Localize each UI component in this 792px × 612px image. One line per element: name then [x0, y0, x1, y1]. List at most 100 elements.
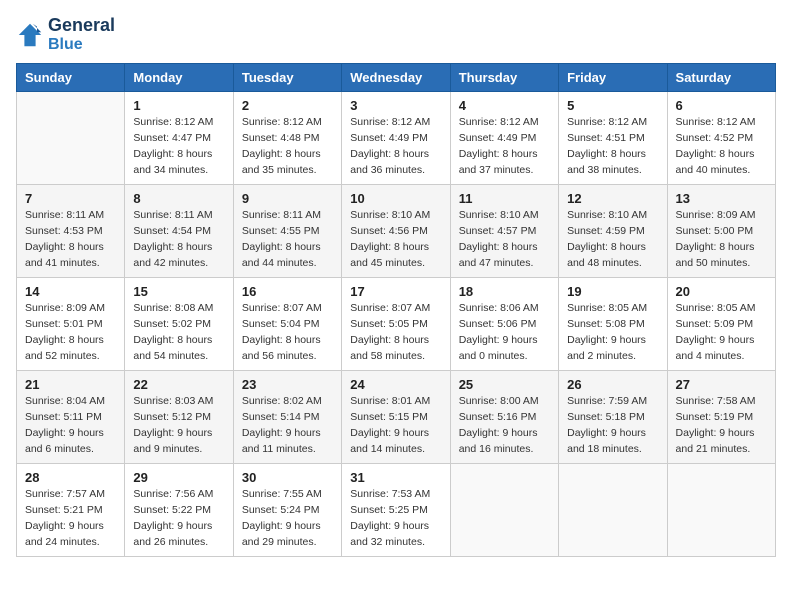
calendar-cell: 18 Sunrise: 8:06 AM Sunset: 5:06 PM Dayli… [450, 278, 558, 371]
day-number: 19 [567, 284, 658, 299]
week-row-4: 21 Sunrise: 8:04 AM Sunset: 5:11 PM Dayli… [17, 371, 776, 464]
day-number: 12 [567, 191, 658, 206]
day-info: Sunrise: 8:09 AM Sunset: 5:00 PM Dayligh… [676, 208, 767, 271]
day-number: 28 [25, 470, 116, 485]
day-info: Sunrise: 8:09 AM Sunset: 5:01 PM Dayligh… [25, 301, 116, 364]
calendar-cell: 17 Sunrise: 8:07 AM Sunset: 5:05 PM Dayli… [342, 278, 450, 371]
calendar-cell: 5Sunrise: 8:12 AM Sunset: 4:51 PM Daylig… [559, 92, 667, 185]
day-info: Sunrise: 7:58 AM Sunset: 5:19 PM Dayligh… [676, 394, 767, 457]
day-number: 3 [350, 98, 441, 113]
day-info: Sunrise: 8:12 AM Sunset: 4:48 PM Dayligh… [242, 115, 333, 178]
day-number: 25 [459, 377, 550, 392]
day-info: Sunrise: 7:56 AM Sunset: 5:22 PM Dayligh… [133, 487, 224, 550]
calendar-cell: 8Sunrise: 8:11 AM Sunset: 4:54 PM Daylig… [125, 185, 233, 278]
calendar-cell: 31 Sunrise: 7:53 AM Sunset: 5:25 PM Dayli… [342, 464, 450, 557]
day-info: Sunrise: 7:59 AM Sunset: 5:18 PM Dayligh… [567, 394, 658, 457]
calendar-cell: 20 Sunrise: 8:05 AM Sunset: 5:09 PM Dayli… [667, 278, 775, 371]
day-info: Sunrise: 8:12 AM Sunset: 4:52 PM Dayligh… [676, 115, 767, 178]
calendar-cell: 4 Sunrise: 8:12 AM Sunset: 4:49 PM Daylig… [450, 92, 558, 185]
day-number: 13 [676, 191, 767, 206]
calendar-cell: 23 Sunrise: 8:02 AM Sunset: 5:14 PM Dayli… [233, 371, 341, 464]
calendar-cell: 3 Sunrise: 8:12 AM Sunset: 4:49 PM Daylig… [342, 92, 450, 185]
calendar-cell [559, 464, 667, 557]
day-number: 11 [459, 191, 550, 206]
calendar-cell: 27 Sunrise: 7:58 AM Sunset: 5:19 PM Dayli… [667, 371, 775, 464]
day-number: 27 [676, 377, 767, 392]
calendar-cell: 7 Sunrise: 8:11 AM Sunset: 4:53 PM Daylig… [17, 185, 125, 278]
calendar-cell: 28 Sunrise: 7:57 AM Sunset: 5:21 PM Dayli… [17, 464, 125, 557]
logo-text: GeneralBlue [48, 16, 115, 53]
day-info: Sunrise: 8:07 AM Sunset: 5:05 PM Dayligh… [350, 301, 441, 364]
day-info: Sunrise: 8:10 AM Sunset: 4:57 PM Dayligh… [459, 208, 550, 271]
day-number: 16 [242, 284, 333, 299]
calendar-cell: 10 Sunrise: 8:10 AM Sunset: 4:56 PM Dayli… [342, 185, 450, 278]
day-number: 30 [242, 470, 333, 485]
day-number: 7 [25, 191, 116, 206]
calendar-cell: 13 Sunrise: 8:09 AM Sunset: 5:00 PM Dayli… [667, 185, 775, 278]
day-number: 29 [133, 470, 224, 485]
day-info: Sunrise: 7:53 AM Sunset: 5:25 PM Dayligh… [350, 487, 441, 550]
calendar-cell: 11 Sunrise: 8:10 AM Sunset: 4:57 PM Dayli… [450, 185, 558, 278]
day-info: Sunrise: 8:04 AM Sunset: 5:11 PM Dayligh… [25, 394, 116, 457]
calendar-cell: 2 Sunrise: 8:12 AM Sunset: 4:48 PM Daylig… [233, 92, 341, 185]
day-number: 10 [350, 191, 441, 206]
day-number: 1 [133, 98, 224, 113]
day-info: Sunrise: 8:05 AM Sunset: 5:08 PM Dayligh… [567, 301, 658, 364]
day-number: 23 [242, 377, 333, 392]
calendar-cell [667, 464, 775, 557]
day-number: 21 [25, 377, 116, 392]
day-number: 4 [459, 98, 550, 113]
calendar-header-row: SundayMondayTuesdayWednesdayThursdayFrid… [17, 64, 776, 92]
day-number: 14 [25, 284, 116, 299]
calendar-table: SundayMondayTuesdayWednesdayThursdayFrid… [16, 63, 776, 557]
day-info: Sunrise: 8:00 AM Sunset: 5:16 PM Dayligh… [459, 394, 550, 457]
day-number: 31 [350, 470, 441, 485]
day-info: Sunrise: 8:08 AM Sunset: 5:02 PM Dayligh… [133, 301, 224, 364]
day-number: 20 [676, 284, 767, 299]
calendar-cell: 25 Sunrise: 8:00 AM Sunset: 5:16 PM Dayli… [450, 371, 558, 464]
day-number: 18 [459, 284, 550, 299]
day-number: 9 [242, 191, 333, 206]
day-number: 24 [350, 377, 441, 392]
day-info: Sunrise: 8:12 AM Sunset: 4:49 PM Dayligh… [350, 115, 441, 178]
week-row-2: 7 Sunrise: 8:11 AM Sunset: 4:53 PM Daylig… [17, 185, 776, 278]
day-number: 26 [567, 377, 658, 392]
day-info: Sunrise: 8:05 AM Sunset: 5:09 PM Dayligh… [676, 301, 767, 364]
column-header-thursday: Thursday [450, 64, 558, 92]
day-info: Sunrise: 8:11 AM Sunset: 4:53 PM Dayligh… [25, 208, 116, 271]
column-header-wednesday: Wednesday [342, 64, 450, 92]
calendar-cell: 29 Sunrise: 7:56 AM Sunset: 5:22 PM Dayli… [125, 464, 233, 557]
day-info: Sunrise: 8:12 AM Sunset: 4:47 PM Dayligh… [133, 115, 224, 178]
calendar-cell: 9 Sunrise: 8:11 AM Sunset: 4:55 PM Daylig… [233, 185, 341, 278]
day-info: Sunrise: 8:02 AM Sunset: 5:14 PM Dayligh… [242, 394, 333, 457]
column-header-tuesday: Tuesday [233, 64, 341, 92]
logo: GeneralBlue [16, 16, 115, 53]
calendar-cell: 30Sunrise: 7:55 AM Sunset: 5:24 PM Dayli… [233, 464, 341, 557]
calendar-cell: 26 Sunrise: 7:59 AM Sunset: 5:18 PM Dayli… [559, 371, 667, 464]
day-info: Sunrise: 8:10 AM Sunset: 4:56 PM Dayligh… [350, 208, 441, 271]
column-header-saturday: Saturday [667, 64, 775, 92]
day-info: Sunrise: 7:57 AM Sunset: 5:21 PM Dayligh… [25, 487, 116, 550]
day-info: Sunrise: 8:11 AM Sunset: 4:54 PM Dayligh… [133, 208, 224, 271]
calendar-cell: 15 Sunrise: 8:08 AM Sunset: 5:02 PM Dayli… [125, 278, 233, 371]
day-info: Sunrise: 8:12 AM Sunset: 4:51 PM Dayligh… [567, 115, 658, 178]
day-info: Sunrise: 8:11 AM Sunset: 4:55 PM Dayligh… [242, 208, 333, 271]
header: GeneralBlue [16, 16, 776, 53]
calendar-cell: 24 Sunrise: 8:01 AM Sunset: 5:15 PM Dayli… [342, 371, 450, 464]
calendar-cell: 21 Sunrise: 8:04 AM Sunset: 5:11 PM Dayli… [17, 371, 125, 464]
day-info: Sunrise: 8:06 AM Sunset: 5:06 PM Dayligh… [459, 301, 550, 364]
calendar-cell: 6Sunrise: 8:12 AM Sunset: 4:52 PM Daylig… [667, 92, 775, 185]
column-header-monday: Monday [125, 64, 233, 92]
day-info: Sunrise: 8:03 AM Sunset: 5:12 PM Dayligh… [133, 394, 224, 457]
day-number: 22 [133, 377, 224, 392]
day-number: 2 [242, 98, 333, 113]
calendar-cell: 16Sunrise: 8:07 AM Sunset: 5:04 PM Dayli… [233, 278, 341, 371]
calendar-cell: 22 Sunrise: 8:03 AM Sunset: 5:12 PM Dayli… [125, 371, 233, 464]
day-info: Sunrise: 8:12 AM Sunset: 4:49 PM Dayligh… [459, 115, 550, 178]
calendar-cell: 19 Sunrise: 8:05 AM Sunset: 5:08 PM Dayli… [559, 278, 667, 371]
day-number: 17 [350, 284, 441, 299]
day-info: Sunrise: 8:01 AM Sunset: 5:15 PM Dayligh… [350, 394, 441, 457]
day-number: 15 [133, 284, 224, 299]
calendar-cell: 12Sunrise: 8:10 AM Sunset: 4:59 PM Dayli… [559, 185, 667, 278]
column-header-friday: Friday [559, 64, 667, 92]
